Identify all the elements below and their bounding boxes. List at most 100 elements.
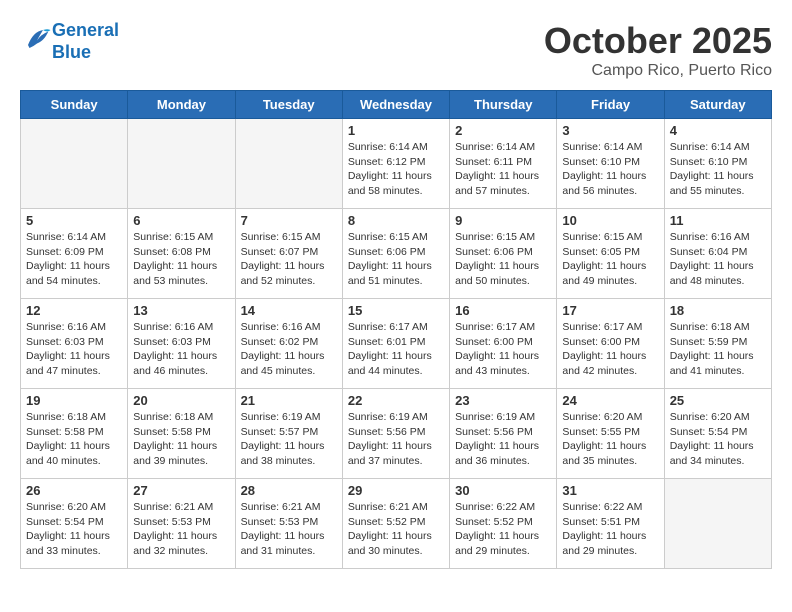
day-number: 22: [348, 393, 444, 408]
calendar-day-cell: 5Sunrise: 6:14 AM Sunset: 6:09 PM Daylig…: [21, 209, 128, 299]
weekday-header-wednesday: Wednesday: [342, 91, 449, 119]
calendar-day-cell: 21Sunrise: 6:19 AM Sunset: 5:57 PM Dayli…: [235, 389, 342, 479]
calendar-day-cell: 3 Sunrise: 6:14 AM Sunset: 6:10 PM Daylig…: [557, 119, 664, 209]
calendar-table: SundayMondayTuesdayWednesdayThursdayFrid…: [20, 90, 772, 569]
day-info: Sunrise: 6:15 AM Sunset: 6:06 PM Dayligh…: [455, 230, 551, 289]
calendar-day-cell: 27 Sunrise: 6:21 AM Sunset: 5:53 PM Dayli…: [128, 479, 235, 569]
logo: General Blue: [20, 20, 119, 63]
day-number: 27: [133, 483, 229, 498]
calendar-day-cell: 26 Sunrise: 6:20 AM Sunset: 5:54 PM Dayli…: [21, 479, 128, 569]
day-info: Sunrise: 6:17 AM Sunset: 6:00 PM Dayligh…: [455, 320, 551, 379]
calendar-empty-cell: [664, 479, 771, 569]
day-info: Sunrise: 6:20 AM Sunset: 5:54 PM Dayligh…: [26, 500, 122, 559]
day-number: 1: [348, 123, 444, 138]
calendar-header-row: SundayMondayTuesdayWednesdayThursdayFrid…: [21, 91, 772, 119]
calendar-day-cell: 15Sunrise: 6:17 AM Sunset: 6:01 PM Dayli…: [342, 299, 449, 389]
calendar-empty-cell: [128, 119, 235, 209]
day-number: 8: [348, 213, 444, 228]
day-number: 23: [455, 393, 551, 408]
day-number: 7: [241, 213, 337, 228]
day-info: Sunrise: 6:16 AM Sunset: 6:03 PM Dayligh…: [133, 320, 229, 379]
weekday-header-sunday: Sunday: [21, 91, 128, 119]
calendar-day-cell: 18 Sunrise: 6:18 AM Sunset: 5:59 PM Dayli…: [664, 299, 771, 389]
calendar-day-cell: 22 Sunrise: 6:19 AM Sunset: 5:56 PM Dayli…: [342, 389, 449, 479]
day-info: Sunrise: 6:16 AM Sunset: 6:03 PM Dayligh…: [26, 320, 122, 379]
day-info: Sunrise: 6:16 AM Sunset: 6:04 PM Dayligh…: [670, 230, 766, 289]
calendar-day-cell: 9Sunrise: 6:15 AM Sunset: 6:06 PM Daylig…: [450, 209, 557, 299]
day-number: 2: [455, 123, 551, 138]
calendar-day-cell: 14 Sunrise: 6:16 AM Sunset: 6:02 PM Dayli…: [235, 299, 342, 389]
calendar-week-row: 1 Sunrise: 6:14 AM Sunset: 6:12 PM Daylig…: [21, 119, 772, 209]
calendar-day-cell: 31Sunrise: 6:22 AM Sunset: 5:51 PM Dayli…: [557, 479, 664, 569]
calendar-day-cell: 1 Sunrise: 6:14 AM Sunset: 6:12 PM Daylig…: [342, 119, 449, 209]
day-number: 28: [241, 483, 337, 498]
day-info: Sunrise: 6:17 AM Sunset: 6:00 PM Dayligh…: [562, 320, 658, 379]
day-info: Sunrise: 6:19 AM Sunset: 5:56 PM Dayligh…: [348, 410, 444, 469]
logo-text: General Blue: [52, 20, 119, 63]
day-info: Sunrise: 6:14 AM Sunset: 6:09 PM Dayligh…: [26, 230, 122, 289]
day-number: 29: [348, 483, 444, 498]
calendar-day-cell: 11 Sunrise: 6:16 AM Sunset: 6:04 PM Dayli…: [664, 209, 771, 299]
weekday-header-monday: Monday: [128, 91, 235, 119]
day-info: Sunrise: 6:18 AM Sunset: 5:59 PM Dayligh…: [670, 320, 766, 379]
day-number: 19: [26, 393, 122, 408]
day-info: Sunrise: 6:18 AM Sunset: 5:58 PM Dayligh…: [26, 410, 122, 469]
day-number: 26: [26, 483, 122, 498]
calendar-day-cell: 8 Sunrise: 6:15 AM Sunset: 6:06 PM Daylig…: [342, 209, 449, 299]
month-title: October 2025: [544, 20, 772, 62]
day-number: 16: [455, 303, 551, 318]
calendar-day-cell: 30 Sunrise: 6:22 AM Sunset: 5:52 PM Dayli…: [450, 479, 557, 569]
day-info: Sunrise: 6:18 AM Sunset: 5:58 PM Dayligh…: [133, 410, 229, 469]
day-info: Sunrise: 6:21 AM Sunset: 5:53 PM Dayligh…: [133, 500, 229, 559]
weekday-header-thursday: Thursday: [450, 91, 557, 119]
calendar-week-row: 26 Sunrise: 6:20 AM Sunset: 5:54 PM Dayli…: [21, 479, 772, 569]
day-info: Sunrise: 6:19 AM Sunset: 5:56 PM Dayligh…: [455, 410, 551, 469]
day-number: 4: [670, 123, 766, 138]
day-number: 12: [26, 303, 122, 318]
day-number: 18: [670, 303, 766, 318]
calendar-day-cell: 23 Sunrise: 6:19 AM Sunset: 5:56 PM Dayli…: [450, 389, 557, 479]
day-number: 11: [670, 213, 766, 228]
day-info: Sunrise: 6:21 AM Sunset: 5:52 PM Dayligh…: [348, 500, 444, 559]
day-number: 13: [133, 303, 229, 318]
calendar-day-cell: 6 Sunrise: 6:15 AM Sunset: 6:08 PM Daylig…: [128, 209, 235, 299]
day-number: 24: [562, 393, 658, 408]
day-number: 3: [562, 123, 658, 138]
day-number: 14: [241, 303, 337, 318]
calendar-empty-cell: [21, 119, 128, 209]
weekday-header-tuesday: Tuesday: [235, 91, 342, 119]
calendar-day-cell: 12 Sunrise: 6:16 AM Sunset: 6:03 PM Dayli…: [21, 299, 128, 389]
day-info: Sunrise: 6:21 AM Sunset: 5:53 PM Dayligh…: [241, 500, 337, 559]
day-info: Sunrise: 6:14 AM Sunset: 6:11 PM Dayligh…: [455, 140, 551, 199]
calendar-week-row: 19 Sunrise: 6:18 AM Sunset: 5:58 PM Dayli…: [21, 389, 772, 479]
day-info: Sunrise: 6:15 AM Sunset: 6:08 PM Dayligh…: [133, 230, 229, 289]
day-number: 21: [241, 393, 337, 408]
day-info: Sunrise: 6:22 AM Sunset: 5:52 PM Dayligh…: [455, 500, 551, 559]
day-number: 10: [562, 213, 658, 228]
day-info: Sunrise: 6:15 AM Sunset: 6:07 PM Dayligh…: [241, 230, 337, 289]
calendar-empty-cell: [235, 119, 342, 209]
day-info: Sunrise: 6:16 AM Sunset: 6:02 PM Dayligh…: [241, 320, 337, 379]
calendar-day-cell: 28 Sunrise: 6:21 AM Sunset: 5:53 PM Dayli…: [235, 479, 342, 569]
calendar-day-cell: 2 Sunrise: 6:14 AM Sunset: 6:11 PM Daylig…: [450, 119, 557, 209]
weekday-header-saturday: Saturday: [664, 91, 771, 119]
day-info: Sunrise: 6:14 AM Sunset: 6:10 PM Dayligh…: [670, 140, 766, 199]
day-number: 15: [348, 303, 444, 318]
calendar-day-cell: 20 Sunrise: 6:18 AM Sunset: 5:58 PM Dayli…: [128, 389, 235, 479]
calendar-day-cell: 10Sunrise: 6:15 AM Sunset: 6:05 PM Dayli…: [557, 209, 664, 299]
calendar-day-cell: 19 Sunrise: 6:18 AM Sunset: 5:58 PM Dayli…: [21, 389, 128, 479]
page-header: General Blue October 2025 Campo Rico, Pu…: [20, 20, 772, 80]
day-number: 30: [455, 483, 551, 498]
calendar-day-cell: 16 Sunrise: 6:17 AM Sunset: 6:00 PM Dayli…: [450, 299, 557, 389]
day-info: Sunrise: 6:14 AM Sunset: 6:10 PM Dayligh…: [562, 140, 658, 199]
day-number: 25: [670, 393, 766, 408]
day-number: 17: [562, 303, 658, 318]
day-info: Sunrise: 6:15 AM Sunset: 6:06 PM Dayligh…: [348, 230, 444, 289]
calendar-day-cell: 4 Sunrise: 6:14 AM Sunset: 6:10 PM Daylig…: [664, 119, 771, 209]
day-info: Sunrise: 6:14 AM Sunset: 6:12 PM Dayligh…: [348, 140, 444, 199]
day-number: 20: [133, 393, 229, 408]
day-number: 6: [133, 213, 229, 228]
calendar-day-cell: 13 Sunrise: 6:16 AM Sunset: 6:03 PM Dayli…: [128, 299, 235, 389]
day-info: Sunrise: 6:20 AM Sunset: 5:54 PM Dayligh…: [670, 410, 766, 469]
day-info: Sunrise: 6:20 AM Sunset: 5:55 PM Dayligh…: [562, 410, 658, 469]
